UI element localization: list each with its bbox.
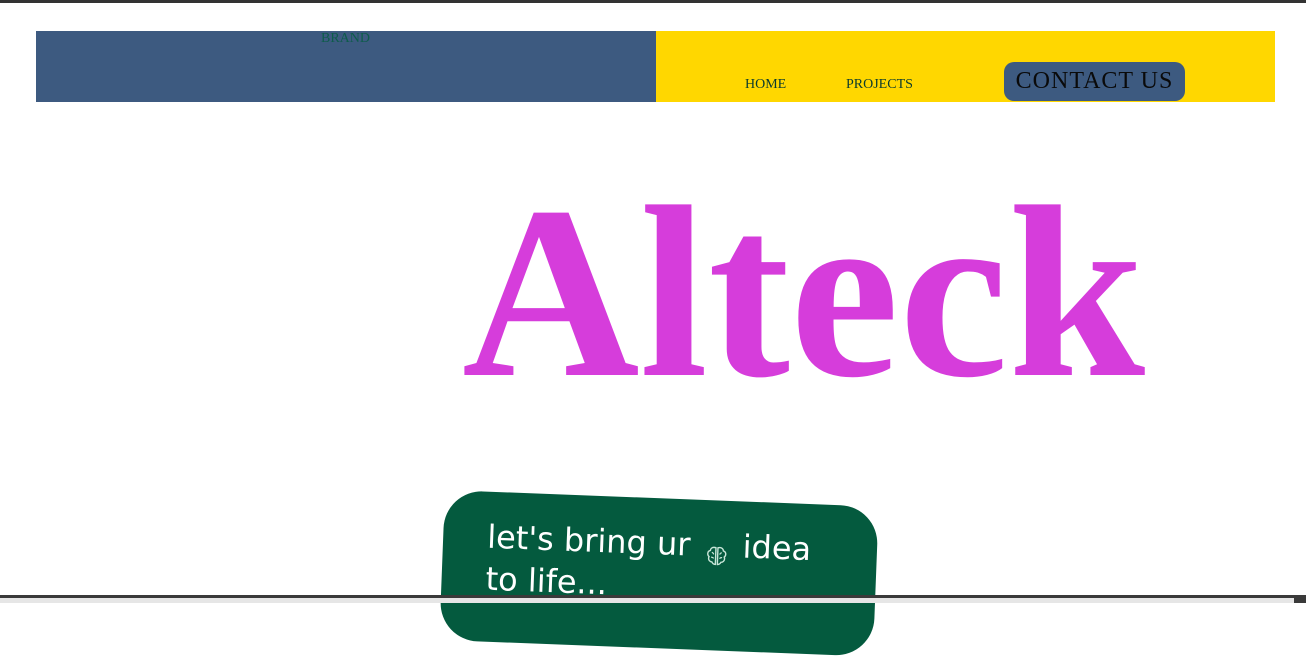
- horizontal-scrollbar[interactable]: [0, 595, 1306, 603]
- navbar-brand-section: BRAND: [36, 31, 656, 102]
- tagline-card: let's bring ur idea to life...: [439, 490, 879, 657]
- navbar-links-section: HOME PROJECTS CONTACT US: [656, 31, 1275, 102]
- brand-logo[interactable]: BRAND: [321, 31, 370, 47]
- nav-link-home[interactable]: HOME: [745, 77, 786, 93]
- brain-icon: [704, 535, 729, 566]
- navbar: BRAND HOME PROJECTS CONTACT US: [36, 31, 1275, 102]
- window-top-border: [0, 0, 1306, 3]
- scrollbar-corner: [1294, 595, 1306, 603]
- nav-link-projects[interactable]: PROJECTS: [846, 77, 913, 93]
- hero-title: Alteck: [462, 157, 1146, 429]
- contact-us-button[interactable]: CONTACT US: [1004, 62, 1185, 101]
- tagline-text-start: let's bring ur: [486, 517, 692, 564]
